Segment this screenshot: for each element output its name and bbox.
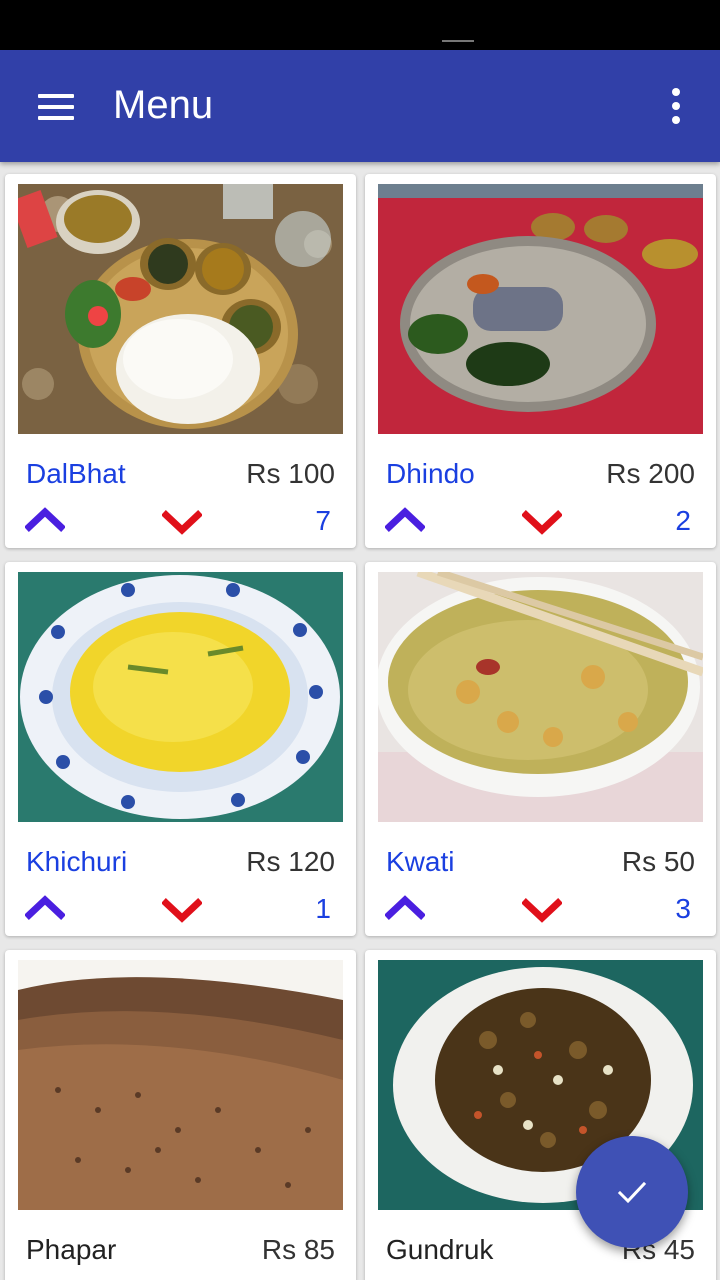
item-name: Dhindo xyxy=(386,458,475,489)
menu-card-phapar[interactable]: Phapar Rs 85 2 xyxy=(5,950,356,1280)
item-price: Rs 85 xyxy=(261,1234,335,1265)
item-name: Gundruk xyxy=(386,1234,494,1265)
hamburger-menu-icon[interactable] xyxy=(34,90,78,124)
menu-grid: DalBhat Rs 100 7 Dhindo Rs 200 2 Khichur… xyxy=(0,162,720,1280)
item-name: DalBhat xyxy=(26,458,126,489)
page-title: Menu xyxy=(113,83,214,127)
item-name: Kwati xyxy=(386,846,455,877)
confirm-order-button[interactable] xyxy=(576,1136,688,1248)
item-count: 2 xyxy=(675,505,691,536)
item-count: 3 xyxy=(675,893,691,924)
menu-card-dhindo[interactable]: Dhindo Rs 200 2 xyxy=(365,174,716,548)
app-bar: Menu xyxy=(0,50,720,162)
kwati-photo xyxy=(378,572,703,822)
menu-card-kwati[interactable]: Kwati Rs 50 3 xyxy=(365,562,716,936)
item-price: Rs 50 xyxy=(621,846,695,877)
item-count: 1 xyxy=(315,893,331,924)
item-price: Rs 100 xyxy=(246,458,335,489)
chevron-down-icon[interactable] xyxy=(162,510,202,536)
item-price: Rs 120 xyxy=(246,846,335,877)
phapar-photo xyxy=(18,960,343,1210)
chevron-up-icon[interactable] xyxy=(385,894,425,920)
menu-card-dalbhat[interactable]: DalBhat Rs 100 7 xyxy=(5,174,356,548)
chevron-up-icon[interactable] xyxy=(25,506,65,532)
chevron-down-icon[interactable] xyxy=(522,898,562,924)
item-name: Khichuri xyxy=(26,846,128,877)
check-icon xyxy=(617,1181,647,1204)
dhindo-photo xyxy=(378,184,703,434)
status-bar-indicator xyxy=(442,40,474,42)
khichuri-photo xyxy=(18,572,343,822)
chevron-up-icon[interactable] xyxy=(385,506,425,532)
status-bar xyxy=(0,0,720,50)
item-count: 7 xyxy=(315,505,331,536)
item-price: Rs 200 xyxy=(606,458,695,489)
menu-card-khichuri[interactable]: Khichuri Rs 120 1 xyxy=(5,562,356,936)
chevron-down-icon[interactable] xyxy=(522,510,562,536)
item-name: Phapar xyxy=(26,1234,117,1265)
chevron-down-icon[interactable] xyxy=(162,898,202,924)
chevron-up-icon[interactable] xyxy=(25,894,65,920)
more-vert-icon[interactable] xyxy=(664,86,688,126)
dalbhat-photo xyxy=(18,184,343,434)
